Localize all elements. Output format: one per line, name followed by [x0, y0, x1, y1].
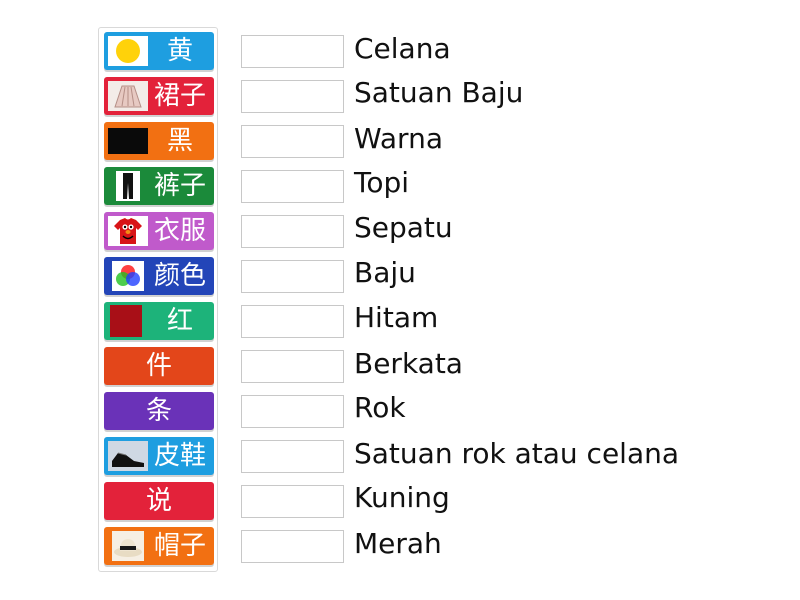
- drop-slot[interactable]: [241, 530, 344, 563]
- tile-label: 衣服: [153, 216, 206, 246]
- rgb-color-icon: [107, 260, 149, 292]
- target-label: Rok: [354, 391, 406, 424]
- drop-slot[interactable]: [241, 125, 344, 158]
- tile-label: 条: [145, 396, 172, 426]
- tile-huang[interactable]: 黄: [104, 32, 214, 70]
- tile-hei[interactable]: 黑: [104, 122, 214, 160]
- drop-slot[interactable]: [241, 35, 344, 68]
- drop-slot[interactable]: [241, 170, 344, 203]
- drop-slot[interactable]: [241, 350, 344, 383]
- tile-label: 件: [145, 351, 172, 381]
- tile-label: 裤子: [153, 171, 206, 201]
- tile-maozi[interactable]: 帽子: [104, 527, 214, 565]
- tile-label: 说: [145, 486, 172, 516]
- tile-label: 黄: [166, 36, 193, 66]
- target-label: Kuning: [354, 481, 450, 514]
- drop-slot[interactable]: [241, 305, 344, 338]
- tile-hong[interactable]: 红: [104, 302, 214, 340]
- tile-qunzi[interactable]: 裙子: [104, 77, 214, 115]
- tile-label: 皮鞋: [153, 441, 206, 471]
- tile-yifu[interactable]: 衣服: [104, 212, 214, 250]
- tile-label: 帽子: [153, 531, 206, 561]
- drop-slot[interactable]: [241, 440, 344, 473]
- match-up-activity: 黄 裙子 黑 裤子 衣服 颜色 红 件 条 皮鞋 说 帽子 Celana Sat…: [0, 0, 800, 600]
- tile-label: 颜色: [153, 261, 206, 291]
- target-label: Hitam: [354, 301, 439, 334]
- tile-label: 裙子: [153, 81, 206, 111]
- yellow-circle-icon: [107, 35, 149, 67]
- target-label: Satuan rok atau celana: [354, 437, 680, 470]
- tile-yanse[interactable]: 颜色: [104, 257, 214, 295]
- tile-kuzi[interactable]: 裤子: [104, 167, 214, 205]
- tile-label: 黑: [166, 126, 193, 156]
- tile-tiao[interactable]: 条: [104, 392, 214, 430]
- black-swatch-icon: [107, 125, 149, 157]
- tile-jian[interactable]: 件: [104, 347, 214, 385]
- target-label: Satuan Baju: [354, 76, 524, 109]
- drop-slot[interactable]: [241, 485, 344, 518]
- tile-pixie[interactable]: 皮鞋: [104, 437, 214, 475]
- drop-slot[interactable]: [241, 80, 344, 113]
- red-swatch-icon: [107, 305, 149, 337]
- drop-slot[interactable]: [241, 215, 344, 248]
- tile-shuo[interactable]: 说: [104, 482, 214, 520]
- target-label: Celana: [354, 32, 451, 65]
- shoe-icon: [107, 440, 149, 472]
- hat-icon: [107, 530, 149, 562]
- target-label: Merah: [354, 527, 442, 560]
- pants-icon: [107, 170, 149, 202]
- skirt-icon: [107, 80, 149, 112]
- tile-label: 红: [166, 306, 193, 336]
- drop-slot[interactable]: [241, 395, 344, 428]
- target-label: Warna: [354, 122, 443, 155]
- tshirt-icon: [107, 215, 149, 247]
- target-label: Berkata: [354, 347, 463, 380]
- drop-slot[interactable]: [241, 260, 344, 293]
- target-label: Topi: [354, 166, 410, 199]
- target-label: Baju: [354, 256, 416, 289]
- target-label: Sepatu: [354, 211, 453, 244]
